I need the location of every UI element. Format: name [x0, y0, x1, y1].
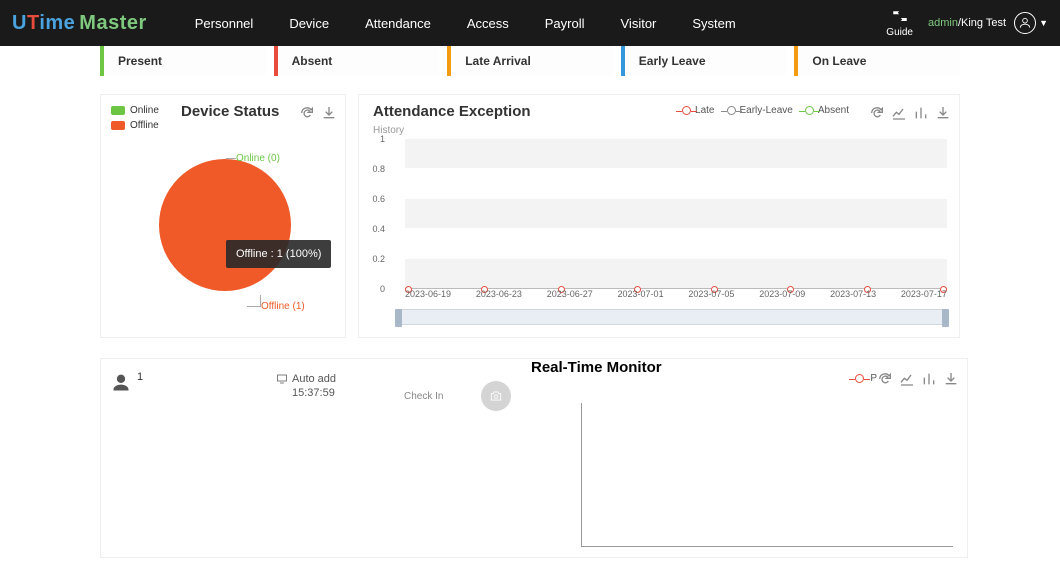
device-icon — [276, 373, 288, 385]
attendance-exception-card: Attendance Exception History Late Early-… — [358, 94, 960, 338]
user-label: admin/King Test — [928, 17, 1006, 29]
tab-present[interactable]: Present — [100, 46, 266, 76]
status-tabs: Present Absent Late Arrival Early Leave … — [0, 46, 1060, 76]
bar-chart-icon[interactable] — [913, 105, 929, 121]
refresh-icon[interactable] — [869, 105, 885, 121]
device-legend: Online Offline — [111, 105, 159, 135]
rtm-legend: P — [855, 373, 877, 384]
download-icon[interactable] — [935, 105, 951, 121]
main-nav: Personnel Device Attendance Access Payro… — [177, 16, 754, 31]
event-checkin: Check In — [404, 391, 443, 402]
line-chart-icon[interactable] — [891, 105, 907, 121]
tab-early[interactable]: Early Leave — [621, 46, 787, 76]
person-icon — [111, 373, 131, 393]
guide-button[interactable]: Guide — [886, 9, 913, 38]
nav-visitor[interactable]: Visitor — [603, 16, 675, 31]
attendance-legend: Late Early-Leave Absent — [682, 105, 849, 116]
signpost-icon — [891, 9, 909, 27]
user-menu[interactable] — [1014, 12, 1036, 34]
zoom-slider[interactable] — [397, 309, 947, 325]
nav-personnel[interactable]: Personnel — [177, 16, 272, 31]
nav-device[interactable]: Device — [271, 16, 347, 31]
user-icon — [1018, 16, 1032, 30]
download-icon[interactable] — [943, 371, 959, 387]
attendance-title: Attendance Exception — [373, 103, 531, 120]
device-pie[interactable] — [159, 159, 291, 291]
tab-late[interactable]: Late Arrival — [447, 46, 613, 76]
refresh-icon[interactable] — [877, 371, 893, 387]
download-icon[interactable] — [321, 105, 337, 121]
top-header: UTimeMaster Personnel Device Attendance … — [0, 0, 1060, 46]
refresh-icon[interactable] — [299, 105, 315, 121]
pie-label-offline: Offline (1) — [261, 301, 305, 312]
attendance-x-axis: 2023-06-192023-06-232023-06-272023-07-01… — [405, 289, 947, 299]
attendance-chart[interactable]: 1 0.8 0.6 0.4 0.2 0 — [389, 139, 947, 289]
logo: UTimeMaster — [12, 12, 147, 35]
nav-system[interactable]: System — [674, 16, 753, 31]
pie-label-online: Online (0) — [236, 153, 280, 164]
event-entry: 1 Auto add 15:37:59 Check In — [111, 373, 531, 393]
nav-payroll[interactable]: Payroll — [527, 16, 603, 31]
nav-access[interactable]: Access — [449, 16, 527, 31]
chevron-down-icon: ▼ — [1039, 18, 1048, 28]
device-status-title: Device Status — [181, 103, 279, 120]
nav-attendance[interactable]: Attendance — [347, 16, 449, 31]
event-id: 1 — [137, 371, 143, 383]
bar-chart-icon[interactable] — [921, 371, 937, 387]
camera-icon — [488, 389, 504, 403]
device-status-card: Online Offline Device Status Online (0) … — [100, 94, 346, 338]
line-chart-icon[interactable] — [899, 371, 915, 387]
tab-absent[interactable]: Absent — [274, 46, 440, 76]
rtm-chart[interactable] — [581, 403, 953, 547]
attendance-subtitle: History — [373, 125, 404, 136]
bottom-card: 1 Auto add 15:37:59 Check In Real-Time M… — [100, 358, 968, 558]
tab-leave[interactable]: On Leave — [794, 46, 960, 76]
pie-tooltip: Offline : 1 (100%) — [226, 240, 331, 268]
event-time: 15:37:59 — [292, 387, 336, 399]
event-photo — [481, 381, 511, 411]
event-auto-add: Auto add — [292, 373, 336, 385]
